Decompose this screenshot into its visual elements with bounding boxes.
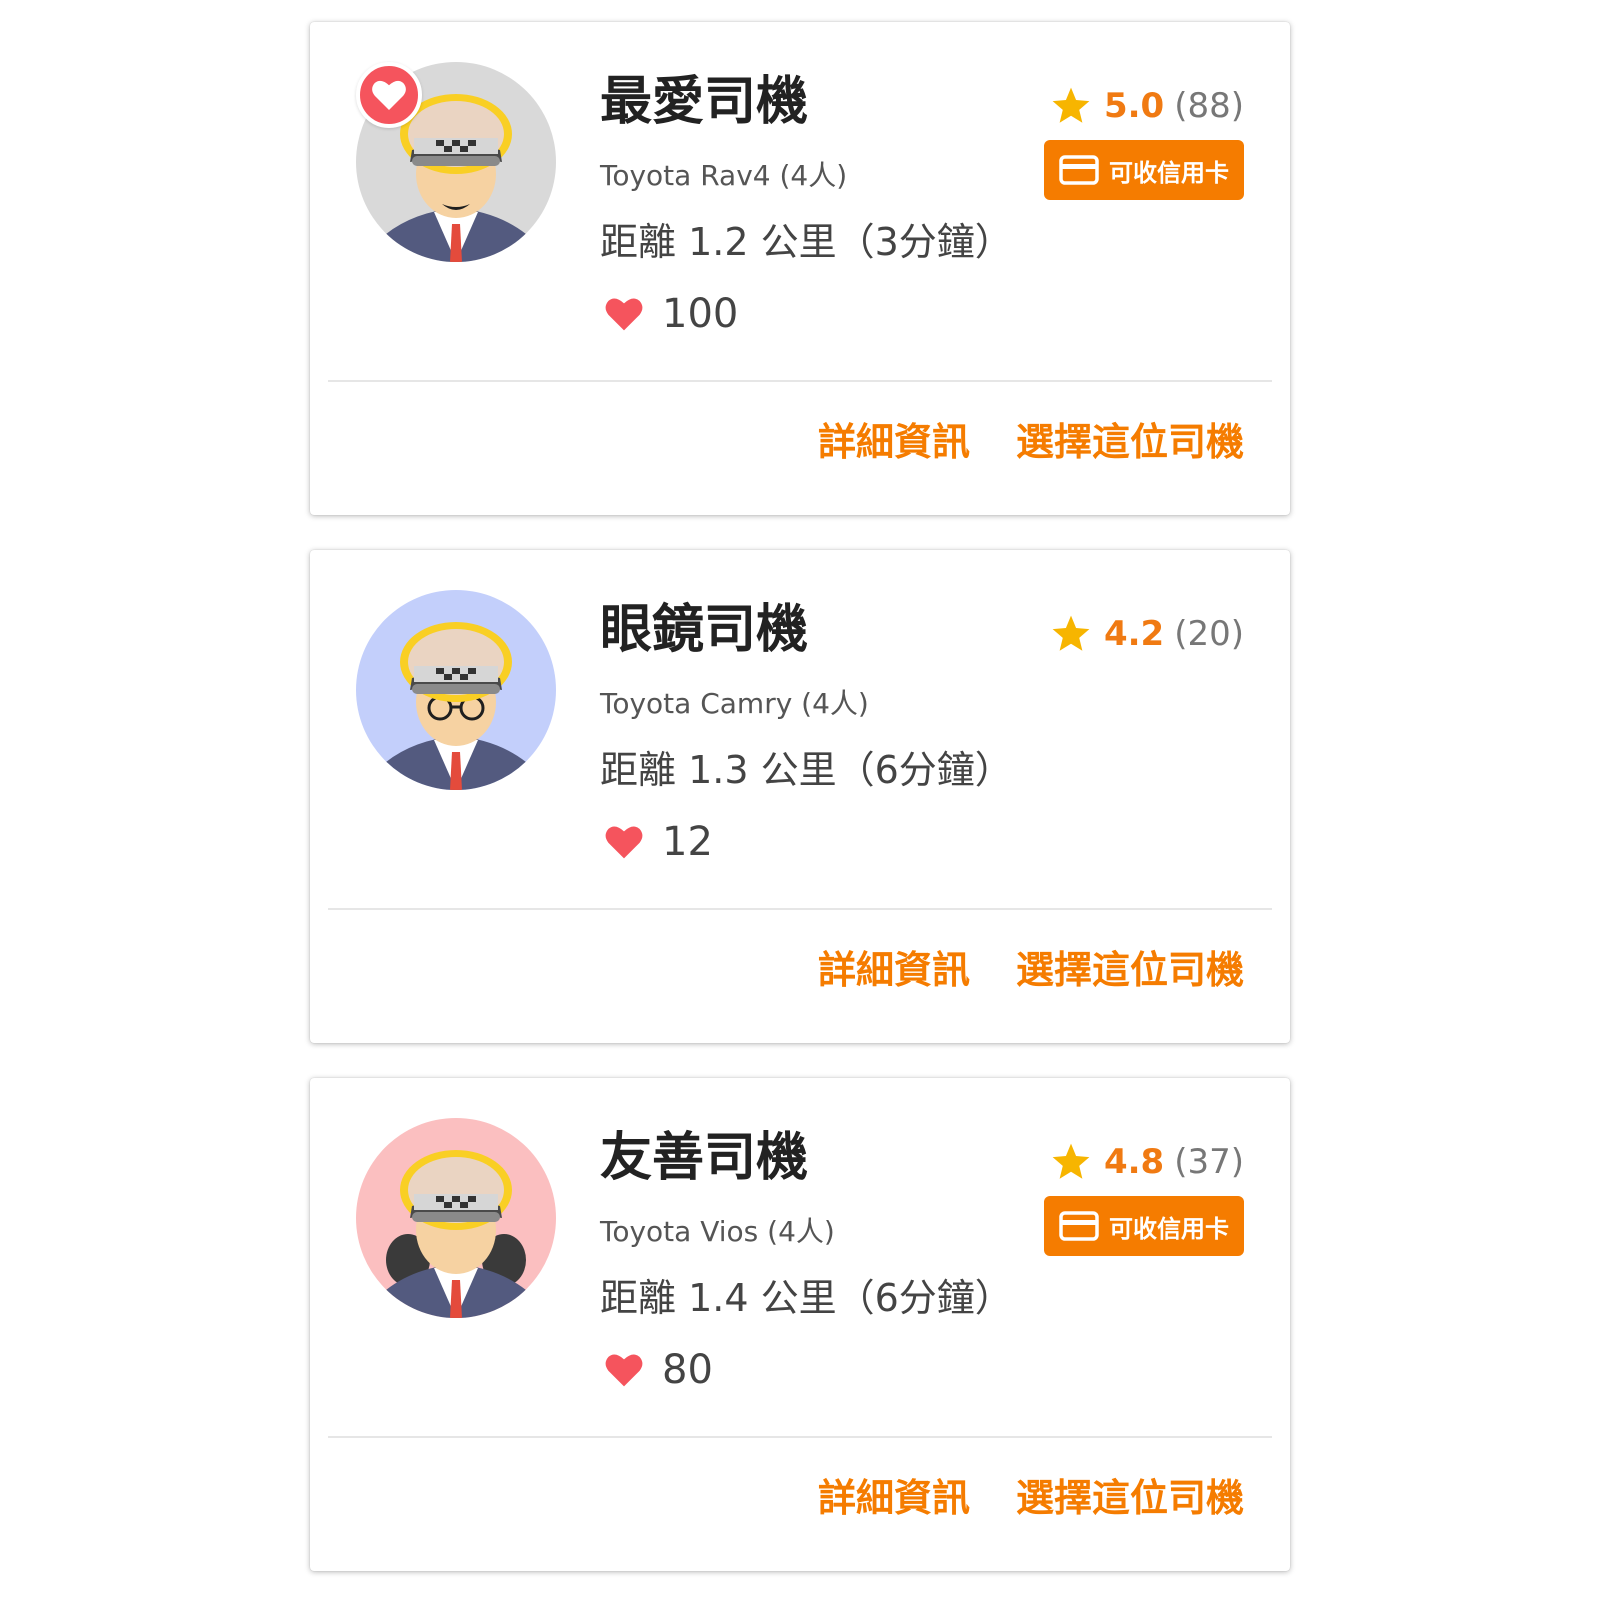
driver-car: Toyota Rav4 (4人) bbox=[600, 159, 848, 192]
driver-name: 友善司機 bbox=[600, 1128, 809, 1188]
accepts-credit-card-badge: 可收信用卡 bbox=[1044, 1196, 1244, 1256]
accepts-credit-card-badge: 可收信用卡 bbox=[1044, 140, 1244, 200]
card-actions: 詳細資訊 選擇這位司機 bbox=[818, 1470, 1244, 1526]
card-actions: 詳細資訊 選擇這位司機 bbox=[818, 414, 1244, 470]
heart-icon bbox=[604, 1352, 644, 1388]
select-driver-button[interactable]: 選擇這位司機 bbox=[1016, 414, 1244, 470]
card-actions: 詳細資訊 選擇這位司機 bbox=[818, 942, 1244, 998]
driver-card: 眼鏡司機 Toyota Camry (4人) 距離 1.3 公里（6分鐘） 12… bbox=[310, 550, 1290, 1043]
driver-rating: 4.8 (37) bbox=[1050, 1138, 1244, 1186]
rating-score: 4.8 bbox=[1103, 1142, 1165, 1182]
heart-icon bbox=[371, 77, 407, 113]
card-divider bbox=[328, 380, 1272, 382]
driver-car: Toyota Camry (4人) bbox=[600, 687, 869, 720]
driver-card: 最愛司機 Toyota Rav4 (4人) 距離 1.2 公里（3分鐘） 100… bbox=[310, 22, 1290, 515]
details-button[interactable]: 詳細資訊 bbox=[818, 942, 970, 998]
details-button[interactable]: 詳細資訊 bbox=[818, 414, 970, 470]
driver-rating: 4.2 (20) bbox=[1050, 610, 1244, 658]
select-driver-button[interactable]: 選擇這位司機 bbox=[1016, 1470, 1244, 1526]
select-driver-button[interactable]: 選擇這位司機 bbox=[1016, 942, 1244, 998]
driver-rating: 5.0 (88) bbox=[1050, 82, 1244, 130]
driver-card: 友善司機 Toyota Vios (4人) 距離 1.4 公里（6分鐘） 80 … bbox=[310, 1078, 1290, 1571]
star-icon bbox=[1050, 1141, 1092, 1183]
heart-icon bbox=[604, 824, 644, 860]
card-divider bbox=[328, 1436, 1272, 1438]
credit-card-icon bbox=[1059, 1211, 1099, 1241]
credit-card-icon bbox=[1059, 155, 1099, 185]
rating-score: 4.2 bbox=[1103, 614, 1165, 654]
likes-count: 80 bbox=[600, 1346, 713, 1394]
driver-distance: 距離 1.3 公里（6分鐘） bbox=[600, 748, 1013, 792]
likes-count: 12 bbox=[600, 818, 713, 866]
rating-score: 5.0 bbox=[1103, 86, 1165, 126]
credit-card-label: 可收信用卡 bbox=[1109, 158, 1229, 187]
likes-value: 12 bbox=[662, 819, 713, 865]
driver-distance: 距離 1.4 公里（6分鐘） bbox=[600, 1276, 1013, 1320]
driver-distance: 距離 1.2 公里（3分鐘） bbox=[600, 220, 1013, 264]
rating-count: (37) bbox=[1174, 1142, 1244, 1182]
driver-name: 最愛司機 bbox=[600, 72, 809, 132]
credit-card-label: 可收信用卡 bbox=[1109, 1214, 1229, 1243]
card-divider bbox=[328, 908, 1272, 910]
driver-car: Toyota Vios (4人) bbox=[600, 1215, 835, 1248]
star-icon bbox=[1050, 85, 1092, 127]
rating-count: (88) bbox=[1174, 86, 1244, 126]
driver-name: 眼鏡司機 bbox=[600, 600, 809, 660]
driver-avatar bbox=[356, 1118, 556, 1318]
details-button[interactable]: 詳細資訊 bbox=[818, 1470, 970, 1526]
star-icon bbox=[1050, 613, 1092, 655]
rating-count: (20) bbox=[1174, 614, 1244, 654]
likes-count: 100 bbox=[600, 290, 738, 338]
likes-value: 100 bbox=[662, 291, 739, 337]
favorite-badge bbox=[356, 62, 422, 128]
driver-avatar bbox=[356, 590, 556, 790]
heart-icon bbox=[604, 296, 644, 332]
likes-value: 80 bbox=[662, 1347, 713, 1393]
